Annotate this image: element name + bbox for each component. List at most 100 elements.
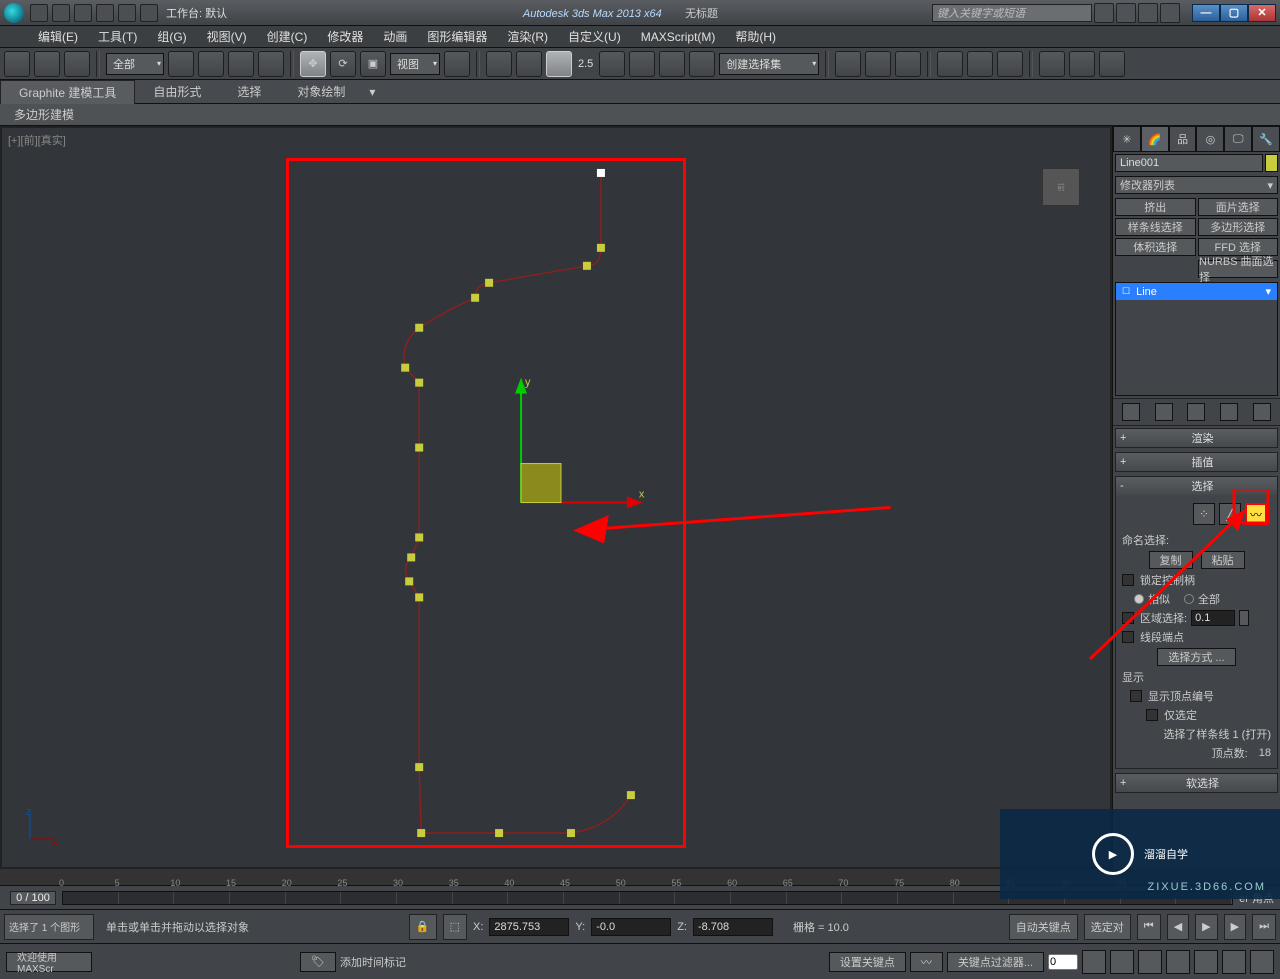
edit-named-sel-icon[interactable] <box>689 51 715 77</box>
rendered-frame-icon[interactable] <box>1069 51 1095 77</box>
comm-center-icon[interactable] <box>1116 3 1136 23</box>
display-tab-icon[interactable]: 🖵 <box>1224 126 1252 152</box>
stack-item-line[interactable]: Line▾ <box>1116 283 1277 300</box>
remove-modifier-icon[interactable] <box>1220 403 1238 421</box>
snap-toggle-icon[interactable] <box>546 51 572 77</box>
all-radio[interactable] <box>1184 594 1194 604</box>
menu-customize[interactable]: 自定义(U) <box>558 26 631 47</box>
time-tag-icon[interactable]: 🏷 <box>300 952 336 972</box>
tab-selection[interactable]: 选择 <box>219 80 279 103</box>
hierarchy-tab-icon[interactable]: 品 <box>1169 126 1197 152</box>
window-crossing-icon[interactable] <box>258 51 284 77</box>
angle-snap-icon[interactable] <box>599 51 625 77</box>
redo-icon[interactable] <box>118 4 136 22</box>
curve-editor-icon[interactable] <box>937 51 963 77</box>
menu-tools[interactable]: 工具(T) <box>88 26 147 47</box>
maxscript-mini-listener[interactable]: 欢迎使用 MAXScr <box>6 952 92 972</box>
play-icon[interactable]: ▶ <box>1195 914 1217 940</box>
prev-frame-icon[interactable]: ◀ <box>1167 914 1189 940</box>
area-select-checkbox[interactable] <box>1122 612 1134 624</box>
modifier-stack[interactable]: Line▾ <box>1115 282 1278 396</box>
help-search-input[interactable]: 键入关键字或短语 <box>932 4 1092 22</box>
goto-start-icon[interactable]: ⏮ <box>1137 914 1161 940</box>
select-by-button[interactable]: 选择方式 ... <box>1157 648 1235 666</box>
select-region-icon[interactable] <box>228 51 254 77</box>
workspace-label[interactable]: 工作台: 默认 <box>166 5 227 21</box>
lock-handles-checkbox[interactable] <box>1122 574 1134 586</box>
selected-only-button[interactable]: 选定对 <box>1084 914 1131 940</box>
mod-patchsel-button[interactable]: 面片选择 <box>1198 198 1279 216</box>
modifier-list-dropdown[interactable]: 修改器列表 <box>1115 176 1278 194</box>
vp-zoom-icon[interactable] <box>1138 950 1162 974</box>
unlink-tool-icon[interactable] <box>34 51 60 77</box>
menu-maxscript[interactable]: MAXScript(M) <box>631 28 726 46</box>
rotate-tool-icon[interactable]: ⟳ <box>330 51 356 77</box>
ribbon-minimize-icon[interactable]: ▾ <box>363 82 381 102</box>
segment-end-checkbox[interactable] <box>1122 631 1134 643</box>
undo-icon[interactable] <box>96 4 114 22</box>
mod-volumesel-button[interactable]: 体积选择 <box>1115 238 1196 256</box>
ref-coord-dropdown[interactable]: 视图 <box>390 53 440 75</box>
area-select-value[interactable] <box>1191 610 1235 626</box>
menu-animation[interactable]: 动画 <box>373 26 417 47</box>
make-unique-icon[interactable] <box>1187 403 1205 421</box>
subobj-vertex-icon[interactable]: ⁘ <box>1193 503 1215 525</box>
menu-views[interactable]: 视图(V) <box>197 26 257 47</box>
vp-orbit-icon[interactable] <box>1222 950 1246 974</box>
modify-tab-icon[interactable]: 🌈 <box>1141 126 1169 152</box>
align-icon[interactable] <box>865 51 891 77</box>
pin-stack-icon[interactable] <box>1122 403 1140 421</box>
close-button[interactable]: ✕ <box>1248 4 1276 22</box>
named-selection-dropdown[interactable]: 创建选择集 <box>719 53 819 75</box>
panel-polymodeling[interactable]: 多边形建模 <box>0 104 88 125</box>
manipulate-icon[interactable] <box>486 51 512 77</box>
rollout-header-selection[interactable]: -选择 <box>1116 477 1277 495</box>
mod-polysel-button[interactable]: 多边形选择 <box>1198 218 1279 236</box>
menu-grapheditors[interactable]: 图形编辑器 <box>417 26 497 47</box>
favorites-icon[interactable] <box>1138 3 1158 23</box>
vp-maximize-icon[interactable] <box>1250 950 1274 974</box>
lock-selection-icon[interactable]: 🔒 <box>409 914 437 940</box>
isolate-icon[interactable]: ⬚ <box>443 914 467 940</box>
tab-objectpaint[interactable]: 对象绘制 <box>279 80 363 103</box>
paste-button[interactable]: 粘贴 <box>1201 551 1245 569</box>
rollout-header-interp[interactable]: +插值 <box>1116 453 1277 471</box>
show-vertnum-checkbox[interactable] <box>1130 690 1142 702</box>
similar-radio[interactable] <box>1134 594 1144 604</box>
vp-zoom-extents-icon[interactable] <box>1166 950 1190 974</box>
mirror-icon[interactable] <box>835 51 861 77</box>
menu-create[interactable]: 创建(C) <box>257 26 318 47</box>
object-name-input[interactable] <box>1115 154 1263 172</box>
app-icon[interactable] <box>4 3 24 23</box>
selection-filter-dropdown[interactable]: 全部 <box>106 53 164 75</box>
material-editor-icon[interactable] <box>997 51 1023 77</box>
rollout-header-render[interactable]: +渲染 <box>1116 429 1277 447</box>
viewport-front[interactable]: [+][前][真实] 前 <box>0 126 1112 869</box>
only-selected-checkbox[interactable] <box>1146 709 1158 721</box>
object-color-swatch[interactable] <box>1265 154 1278 172</box>
coord-y-input[interactable] <box>591 918 671 936</box>
percent-snap-icon[interactable] <box>629 51 655 77</box>
goto-end-icon[interactable]: ⏭ <box>1252 914 1276 940</box>
menu-group[interactable]: 组(G) <box>147 26 196 47</box>
pivot-center-icon[interactable] <box>444 51 470 77</box>
subobj-segment-icon[interactable]: ╱ <box>1219 503 1241 525</box>
configure-sets-icon[interactable] <box>1253 403 1271 421</box>
mod-extrude-button[interactable]: 挤出 <box>1115 198 1196 216</box>
motion-tab-icon[interactable]: ◎ <box>1196 126 1224 152</box>
tab-freeform[interactable]: 自由形式 <box>135 80 219 103</box>
autokey-button[interactable]: 自动关键点 <box>1009 914 1078 940</box>
mod-nurbssel-button[interactable]: NURBS 曲面选择 <box>1198 260 1278 278</box>
maximize-button[interactable]: ▢ <box>1220 4 1248 22</box>
show-end-result-icon[interactable] <box>1155 403 1173 421</box>
spinner-snap-icon[interactable] <box>659 51 685 77</box>
move-tool-icon[interactable]: ✥ <box>300 51 326 77</box>
vp-fov-icon[interactable] <box>1194 950 1218 974</box>
current-frame-input[interactable] <box>1048 954 1078 970</box>
search-go-icon[interactable] <box>1094 3 1114 23</box>
next-frame-icon[interactable]: ▶ <box>1224 914 1246 940</box>
rollout-header-soft[interactable]: +软选择 <box>1116 774 1277 792</box>
mod-splinesel-button[interactable]: 样条线选择 <box>1115 218 1196 236</box>
help-icon[interactable] <box>1160 3 1180 23</box>
menu-help[interactable]: 帮助(H) <box>725 26 786 47</box>
